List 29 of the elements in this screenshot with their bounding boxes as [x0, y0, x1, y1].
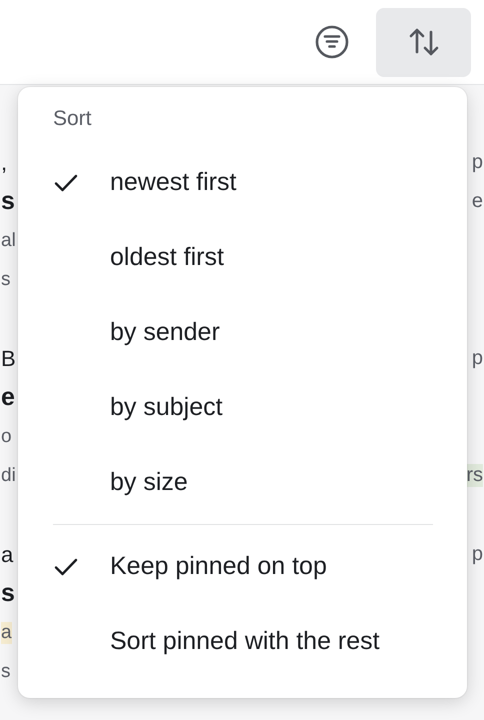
- message-text: s: [1, 268, 10, 290]
- menu-heading: Sort: [52, 107, 93, 132]
- menu-item[interactable]: newest first: [18, 145, 467, 220]
- check-icon: [54, 172, 78, 192]
- message-text: s: [1, 579, 15, 608]
- message-text: o: [1, 426, 12, 448]
- menu-item[interactable]: Sort pinned with the rest: [18, 604, 467, 679]
- message-text: s: [1, 660, 10, 682]
- message-text: B: [1, 346, 16, 372]
- menu-item[interactable]: by subject: [18, 370, 467, 445]
- message-text: s: [1, 187, 15, 216]
- message-meta: p: [472, 347, 483, 370]
- message-text: ,: [1, 150, 8, 176]
- message-text: a: [1, 622, 12, 644]
- menu-item[interactable]: Keep pinned on top: [18, 529, 467, 604]
- filter-icon: [314, 24, 350, 60]
- message-text: e: [1, 383, 15, 412]
- message-text: di: [1, 464, 16, 486]
- menu-item[interactable]: oldest first: [18, 220, 467, 295]
- message-text: a: [1, 542, 14, 568]
- message-meta: p: [472, 543, 483, 566]
- menu-item[interactable]: by sender: [18, 295, 467, 370]
- menu-item[interactable]: by size: [18, 445, 467, 520]
- message-meta: e: [472, 190, 483, 213]
- message-text: al: [1, 230, 16, 252]
- sort-button[interactable]: [376, 8, 471, 76]
- check-icon: [54, 556, 78, 576]
- message-meta: p: [472, 151, 483, 174]
- message-meta: rs: [466, 464, 483, 487]
